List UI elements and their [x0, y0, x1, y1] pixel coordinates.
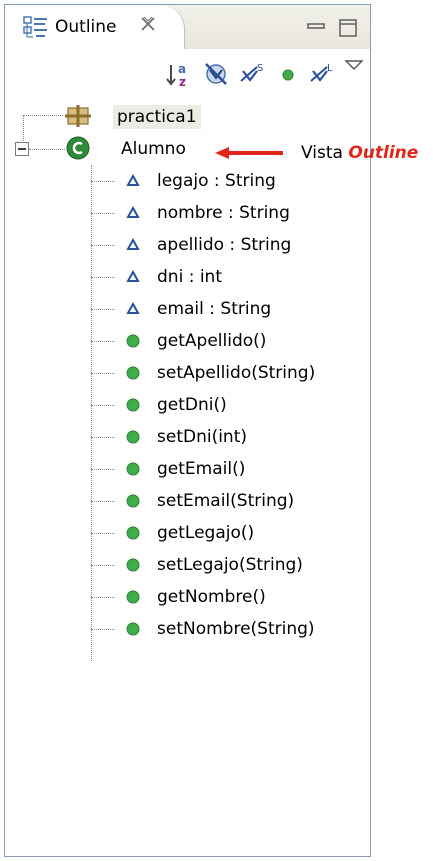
hide-local-types-icon[interactable]: L: [307, 59, 337, 89]
field-label: apellido : String: [157, 235, 292, 255]
minimize-icon[interactable]: [305, 17, 327, 39]
tree-connector: [91, 469, 115, 470]
method-label: getApellido(): [157, 331, 267, 351]
field-label: dni : int: [157, 267, 222, 287]
method-label: getEmail(): [157, 459, 246, 479]
sort-icon[interactable]: a z: [165, 59, 195, 89]
tree-connector: [29, 149, 65, 150]
collapse-toggle-icon[interactable]: [15, 142, 29, 156]
tree-connector: [91, 309, 115, 310]
tree-connector: [91, 181, 115, 182]
method-icon: [126, 622, 140, 636]
tree-connector: [91, 629, 115, 630]
tree-connector: [91, 405, 115, 406]
method-icon: [126, 590, 140, 604]
close-icon[interactable]: [137, 13, 159, 35]
tree-connector: [91, 373, 115, 374]
tree-connector: [91, 213, 115, 214]
close-icon-glyph: [141, 16, 155, 31]
method-label: getDni(): [157, 395, 227, 415]
field-label: nombre : String: [157, 203, 290, 223]
tree-item-method[interactable]: getEmail(): [5, 453, 345, 485]
tree-item-method[interactable]: setDni(int): [5, 421, 345, 453]
method-label: getNombre(): [157, 587, 266, 607]
tree-item-field[interactable]: apellido : String: [5, 229, 345, 261]
package-declaration-icon: [65, 105, 91, 127]
tree-item-method[interactable]: setNombre(String): [5, 613, 345, 645]
tree-item-method[interactable]: getApellido(): [5, 325, 345, 357]
tree-item-method[interactable]: getNombre(): [5, 581, 345, 613]
class-icon: [66, 136, 90, 160]
class-label: Alumno: [121, 139, 186, 159]
svg-text:L: L: [327, 63, 333, 74]
method-label: setNombre(String): [157, 619, 315, 639]
hide-non-public-members-icon[interactable]: [273, 59, 303, 89]
field-icon: [126, 173, 140, 186]
outline-tab[interactable]: Outline: [5, 5, 185, 49]
method-label: setEmail(String): [157, 491, 295, 511]
outline-view: Outline a z S L practica1 Alumno legajo …: [4, 4, 418, 857]
method-icon: [126, 494, 140, 508]
tree-connector: [91, 533, 115, 534]
tree-connector: [91, 341, 115, 342]
tree-item-method[interactable]: getLegajo(): [5, 517, 345, 549]
annotation-arrow-icon: [215, 147, 283, 159]
annotation-prefix: Vista: [301, 143, 343, 163]
tree-connector: [91, 597, 115, 598]
view-menu-icon[interactable]: [343, 57, 365, 73]
tree-item-field[interactable]: dni : int: [5, 261, 345, 293]
field-icon: [126, 301, 140, 314]
tree-item-method[interactable]: setApellido(String): [5, 357, 345, 389]
package-label: practica1: [113, 105, 201, 129]
maximize-icon[interactable]: [337, 17, 359, 39]
method-icon: [126, 430, 140, 444]
tree-item-method[interactable]: setLegajo(String): [5, 549, 345, 581]
method-icon: [126, 558, 140, 572]
tree-item-method[interactable]: setEmail(String): [5, 485, 345, 517]
field-icon: [126, 205, 140, 218]
tab-title: Outline: [55, 17, 117, 37]
field-icon: [126, 269, 140, 282]
svg-text:S: S: [257, 63, 263, 74]
annotation-emphasis: Outline: [348, 143, 419, 163]
method-icon: [126, 398, 140, 412]
tree-connector: [91, 277, 115, 278]
outline-toolbar: a z S L: [5, 49, 370, 101]
svg-text:z: z: [179, 75, 186, 89]
tree-item-field[interactable]: legajo : String: [5, 165, 345, 197]
method-label: setLegajo(String): [157, 555, 303, 575]
tree-item-field[interactable]: email : String: [5, 293, 345, 325]
tree-connector: [91, 245, 115, 246]
field-icon: [126, 237, 140, 250]
svg-text:a: a: [178, 62, 186, 76]
view-tab-strip: Outline: [5, 5, 370, 49]
method-label: setDni(int): [157, 427, 247, 447]
annotation-label: Vista Outline: [301, 142, 418, 164]
method-icon: [126, 334, 140, 348]
hide-fields-icon[interactable]: [201, 59, 231, 89]
method-label: getLegajo(): [157, 523, 255, 543]
field-label: legajo : String: [157, 171, 276, 191]
outline-view-icon: [23, 16, 47, 38]
method-label: setApellido(String): [157, 363, 316, 383]
tree-item-package[interactable]: practica1: [5, 101, 305, 133]
method-icon: [126, 462, 140, 476]
tree-item-method[interactable]: getDni(): [5, 389, 345, 421]
tree-connector: [91, 501, 115, 502]
method-icon: [126, 526, 140, 540]
tree-item-field[interactable]: nombre : String: [5, 197, 345, 229]
tree-connector: [91, 565, 115, 566]
method-icon: [126, 366, 140, 380]
tree-connector: [91, 437, 115, 438]
field-label: email : String: [157, 299, 272, 319]
hide-static-members-icon[interactable]: S: [237, 59, 267, 89]
